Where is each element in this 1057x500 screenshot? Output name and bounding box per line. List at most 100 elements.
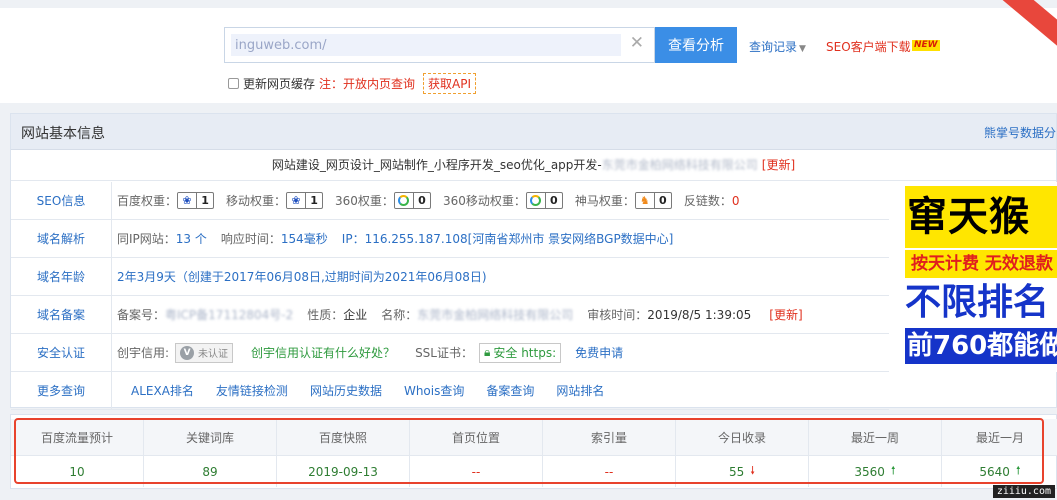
get-api-link[interactable]: 获取API xyxy=(423,72,477,94)
site-history-link[interactable]: 网站历史数据 xyxy=(310,382,382,399)
age-row: 域名年龄 2年3月9天（创建于2017年06月08日,过期时间为2021年06月… xyxy=(11,257,889,296)
ip-info[interactable]: IP：116.255.187.108[河南省郑州市 景安网络BGP数据中心] xyxy=(342,230,674,247)
beian-update-link[interactable]: [更新] xyxy=(769,306,802,323)
mobile-rank-value: 1 xyxy=(305,193,322,208)
last-week-value: 3560 xyxy=(854,464,885,479)
arrow-down-icon: 🠗 xyxy=(750,464,755,477)
beian-time-key: 审核时间： xyxy=(587,308,648,322)
backlink-key: 反链数： xyxy=(683,194,732,208)
ad-banner[interactable]: 窜天猴 按天计费 无效退款 不限排名 前760都能做 xyxy=(891,182,1057,372)
shenma-rank-value: 0 xyxy=(653,193,671,208)
shenma-rank-key: 神马权重： xyxy=(574,194,635,208)
beian-no-value[interactable]: 粤ICP备17112804号-2 xyxy=(165,306,293,323)
stats-header-cell: 索引量 xyxy=(543,419,676,455)
stats-header-cell: 最近一周 xyxy=(809,419,942,455)
baidu-snapshot-value[interactable]: 2019-09-13 xyxy=(277,455,410,487)
backlink-value[interactable]: 0 xyxy=(732,194,740,208)
age-content: 2年3月9天（创建于2017年06月08日,过期时间为2021年06月08日) xyxy=(112,268,501,285)
more-content: ALEXA排名 友情链接检测 网站历史数据 Whois查询 备案查询 网站排名 xyxy=(112,382,626,399)
mobile-rank-badge[interactable]: ❀ 1 xyxy=(286,192,324,209)
free-ssl-link[interactable]: 免费申请 xyxy=(575,344,623,361)
ad-line-2: 按天计费 无效退款 xyxy=(905,250,1057,278)
stats-header-row: 百度流量预计 关键词库 百度快照 首页位置 索引量 今日收录 最近一周 最近一月 xyxy=(11,419,1057,455)
more-row: 更多查询 ALEXA排名 友情链接检测 网站历史数据 Whois查询 备案查询 … xyxy=(11,371,889,410)
update-cache-checkbox[interactable] xyxy=(228,77,239,89)
watermark: ziiiu.com xyxy=(992,485,1055,498)
keyword-count-value[interactable]: 89 xyxy=(144,455,277,487)
beian-name-value: 东莞市金柏网络科技有限公司 xyxy=(417,308,574,322)
arrow-up-icon: 🠕 xyxy=(890,464,896,477)
s360m-rank-badge[interactable]: 0 xyxy=(525,192,563,209)
seo-client-download-link[interactable]: SEO客户端下载 xyxy=(826,38,911,55)
beian-no-key: 备案号： xyxy=(117,308,166,322)
same-ip-value[interactable]: 13 个 xyxy=(176,230,207,247)
new-badge: NEW xyxy=(912,40,940,51)
mobile-paw-icon: ❀ xyxy=(287,193,306,208)
seo-label[interactable]: SEO信息 xyxy=(11,181,112,220)
s360-ring-icon xyxy=(394,193,413,208)
credit-badge[interactable]: V 未认证 xyxy=(175,342,234,363)
site-company: 东莞市金柏网络科技有限公司 xyxy=(601,158,758,172)
age-label[interactable]: 域名年龄 xyxy=(11,257,112,296)
s360-rank-value: 0 xyxy=(412,193,430,208)
credit-benefit-link[interactable]: 创宇信用认证有什么好处？ xyxy=(251,344,395,361)
seo-content: 百度权重： ❀ 1 移动权重： ❀ 1 360权重： 0 360移动权重： 0 神马… xyxy=(112,192,750,209)
xiongzhang-data-link[interactable]: 熊掌号数据分 xyxy=(984,124,1056,141)
beian-query-link[interactable]: 备案查询 xyxy=(486,382,534,399)
today-indexed-cell[interactable]: 55 🠗 xyxy=(676,455,809,487)
beian-type-key: 性质： xyxy=(307,308,344,322)
panel-header: 网站基本信息 熊掌号数据分 xyxy=(11,114,1056,150)
alexa-link[interactable]: ALEXA排名 xyxy=(131,382,194,399)
site-title: 网站建设_网页设计_网站制作_小程序开发_seo优化_app开发- xyxy=(271,158,602,172)
dns-label[interactable]: 域名解析 xyxy=(11,219,112,258)
site-rank-link[interactable]: 网站排名 xyxy=(556,382,604,399)
shenma-rank-badge[interactable]: ♞ 0 xyxy=(634,192,672,209)
stats-header-cell: 今日收录 xyxy=(676,419,809,455)
beian-row: 域名备案 备案号： 粤ICP备17112804号-2 性质： 企业 名称： 东莞… xyxy=(11,295,889,334)
stats-header-cell: 最近一月 xyxy=(975,430,1024,445)
beian-name-key: 名称： xyxy=(381,308,418,322)
ssl-badge[interactable]: 🔒︎ 安全 https: xyxy=(478,342,562,363)
domain-search-input[interactable] xyxy=(231,34,621,56)
response-time-value: 154毫秒 xyxy=(280,232,328,246)
security-label[interactable]: 安全认证 xyxy=(11,333,112,372)
last-month-value: 5640 xyxy=(979,464,1010,479)
security-content: 创宇信用: V 未认证 创宇信用认证有什么好处？ SSL证书： 🔒︎ 安全 http… xyxy=(112,342,637,363)
friend-link-check-link[interactable]: 友情链接检测 xyxy=(216,382,288,399)
credit-key: 创宇信用: xyxy=(117,346,170,360)
ssl-key: SSL证书： xyxy=(415,346,473,360)
clear-icon[interactable]: ✕ xyxy=(630,35,644,52)
site-title-update-link[interactable]: [更新] xyxy=(762,158,795,172)
baidu-rank-badge[interactable]: ❀ 1 xyxy=(177,192,215,209)
beian-label[interactable]: 域名备案 xyxy=(11,295,112,334)
history-dropdown[interactable]: 查询记录 ▼ xyxy=(749,38,806,55)
domain-age-text: 2年3月9天（创建于2017年06月08日,过期时间为2021年06月08日) xyxy=(117,270,487,284)
beian-type-value: 企业 xyxy=(343,308,368,322)
analyze-button[interactable]: 查看分析 xyxy=(655,27,737,63)
s360m-rank-key: 360移动权重： xyxy=(442,194,526,208)
stats-panel: 百度流量预计 关键词库 百度快照 首页位置 索引量 今日收录 最近一周 最近一月… xyxy=(10,414,1057,489)
s360-rank-badge[interactable]: 0 xyxy=(393,192,431,209)
ad-line-4: 前760都能做 xyxy=(905,328,1057,364)
beian-time-value: 2019/8/5 1:39:05 xyxy=(647,307,752,322)
baidu-traffic-value[interactable]: 10 xyxy=(11,455,144,487)
corner-ribbon[interactable] xyxy=(1001,0,1057,57)
verify-icon: V xyxy=(180,345,195,360)
last-week-cell[interactable]: 3560 🠕 xyxy=(809,455,942,487)
homepage-position-value: -- xyxy=(410,455,543,487)
stats-header-cell: 关键词库 xyxy=(144,419,277,455)
cache-row: 更新网页缓存 注：开放内页查询 获取API xyxy=(228,72,477,94)
last-month-cell[interactable]: 5640 🠕 xyxy=(942,455,1057,487)
whois-link[interactable]: Whois查询 xyxy=(404,382,464,399)
more-label[interactable]: 更多查询 xyxy=(11,371,112,410)
index-count-value: -- xyxy=(543,455,676,487)
inner-page-note: 注：开放内页查询 xyxy=(319,76,416,91)
baidu-rank-value: 1 xyxy=(196,193,213,208)
site-info-panel: 网站基本信息 熊掌号数据分 网站建设_网页设计_网站制作_小程序开发_seo优化… xyxy=(10,113,1057,410)
ad-line-3: 不限排名 xyxy=(905,280,1057,326)
site-title-row: 网站建设_网页设计_网站制作_小程序开发_seo优化_app开发-东莞市金柏网络… xyxy=(11,150,1056,181)
baidu-paw-icon: ❀ xyxy=(178,193,197,208)
chevron-down-icon: ▼ xyxy=(799,44,806,54)
info-rows: SEO信息 百度权重： ❀ 1 移动权重： ❀ 1 360权重： 0 360移动权重… xyxy=(11,181,889,410)
s360m-ring-icon xyxy=(526,193,545,208)
